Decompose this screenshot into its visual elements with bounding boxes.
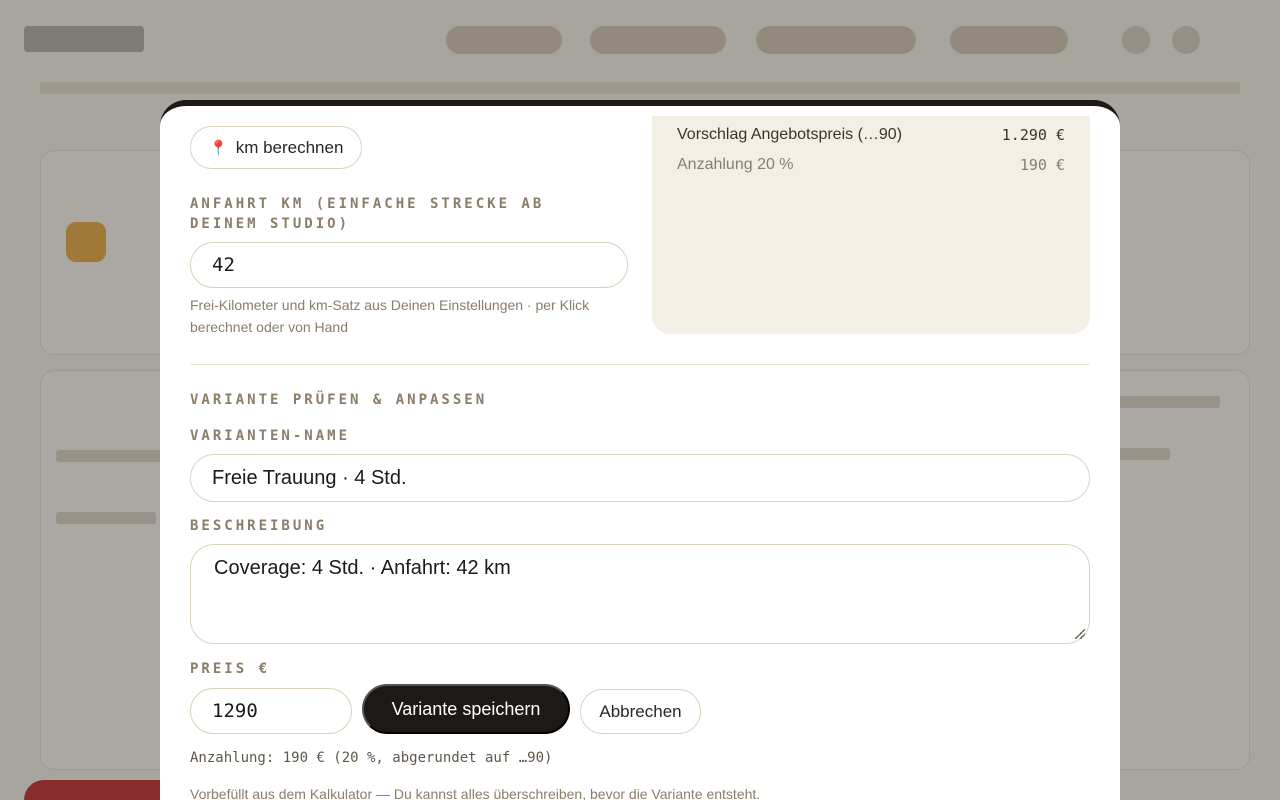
summary-label: Vorschlag Angebotspreis (…90) <box>677 126 903 143</box>
description-textarea[interactable]: Coverage: 4 Std. · Anfahrt: 42 km <box>190 544 1090 644</box>
price-label: PREIS € <box>190 661 271 677</box>
section-title: VARIANTE PRÜFEN & ANPASSEN <box>190 392 488 408</box>
summary-label: Anzahlung 20 % <box>677 156 794 173</box>
save-variant-button[interactable]: Variante speichern <box>362 684 570 734</box>
variant-name-input[interactable]: Freie Trauung · 4 Std. <box>190 454 1090 502</box>
price-value: 1290 <box>212 700 258 722</box>
map-pin-icon: 📍 <box>209 139 228 157</box>
deposit-info: Anzahlung: 190 € (20 %, abgerundet auf …… <box>190 750 553 766</box>
resize-handle-icon[interactable] <box>1075 629 1085 639</box>
prefill-footnote: Vorbefüllt aus dem Kalkulator — Du kanns… <box>190 786 761 800</box>
distance-value: 42 <box>212 254 235 276</box>
summary-value: 1.290 € <box>1001 126 1065 144</box>
cancel-button[interactable]: Abbrechen <box>580 689 701 734</box>
variant-name-label: VARIANTEN-NAME <box>190 428 351 444</box>
create-variant-modal: 📍 km berechnen ANFAHRT KM (EINFACHE STRE… <box>160 100 1120 800</box>
distance-label: ANFAHRT KM (EINFACHE STRECKE AB DEINEM S… <box>190 196 545 232</box>
distance-hint: Frei-Kilometer und km-Satz aus Deinen Ei… <box>190 297 590 335</box>
section-divider <box>190 364 1090 365</box>
modal-content: 📍 km berechnen ANFAHRT KM (EINFACHE STRE… <box>190 106 1090 800</box>
variant-name-value: Freie Trauung · 4 Std. <box>212 466 407 489</box>
summary-row-suggested-price: Vorschlag Angebotspreis (…90) 1.290 € <box>677 120 1065 150</box>
km-berechnen-label: km berechnen <box>235 137 344 157</box>
price-input[interactable]: 1290 <box>190 688 352 734</box>
description-label: BESCHREIBUNG <box>190 518 328 534</box>
summary-value: 190 € <box>1019 156 1065 174</box>
price-summary-panel: Vorschlag Angebotspreis (…90) 1.290 € An… <box>652 116 1090 334</box>
summary-row-deposit: Anzahlung 20 % 190 € <box>677 150 1065 180</box>
distance-input[interactable]: 42 <box>190 242 628 288</box>
description-value: Coverage: 4 Std. · Anfahrt: 42 km <box>214 557 511 579</box>
km-berechnen-button[interactable]: 📍 km berechnen <box>190 126 363 169</box>
